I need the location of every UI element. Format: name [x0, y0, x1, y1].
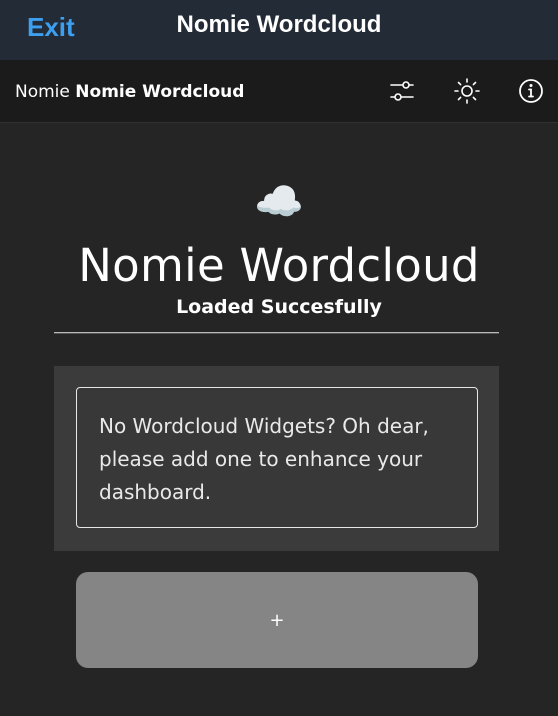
page-title: Nomie Wordcloud	[78, 239, 480, 292]
widget-panel: No Wordcloud Widgets? Oh dear, please ad…	[54, 366, 499, 551]
brand: Nomie Nomie Wordcloud	[15, 82, 244, 102]
info-icon	[519, 79, 543, 103]
plugin-header: Nomie Nomie Wordcloud	[0, 60, 558, 123]
load-status: Loaded Succesfully	[176, 296, 382, 318]
sun-icon	[454, 78, 480, 104]
cloud-icon: ☁️	[254, 179, 304, 225]
add-widget-button[interactable]: +	[76, 572, 478, 668]
brand-name: Nomie Wordcloud	[75, 82, 245, 102]
empty-widgets-notice: No Wordcloud Widgets? Oh dear, please ad…	[76, 387, 478, 528]
info-button[interactable]	[514, 74, 548, 108]
theme-button[interactable]	[450, 74, 484, 108]
divider	[54, 332, 499, 334]
settings-button[interactable]	[385, 74, 419, 108]
app-title: Nomie Wordcloud	[176, 11, 382, 38]
app-top-bar: Exit Nomie Wordcloud	[0, 0, 558, 60]
sliders-icon	[390, 81, 414, 101]
brand-prefix: Nomie	[15, 82, 70, 102]
